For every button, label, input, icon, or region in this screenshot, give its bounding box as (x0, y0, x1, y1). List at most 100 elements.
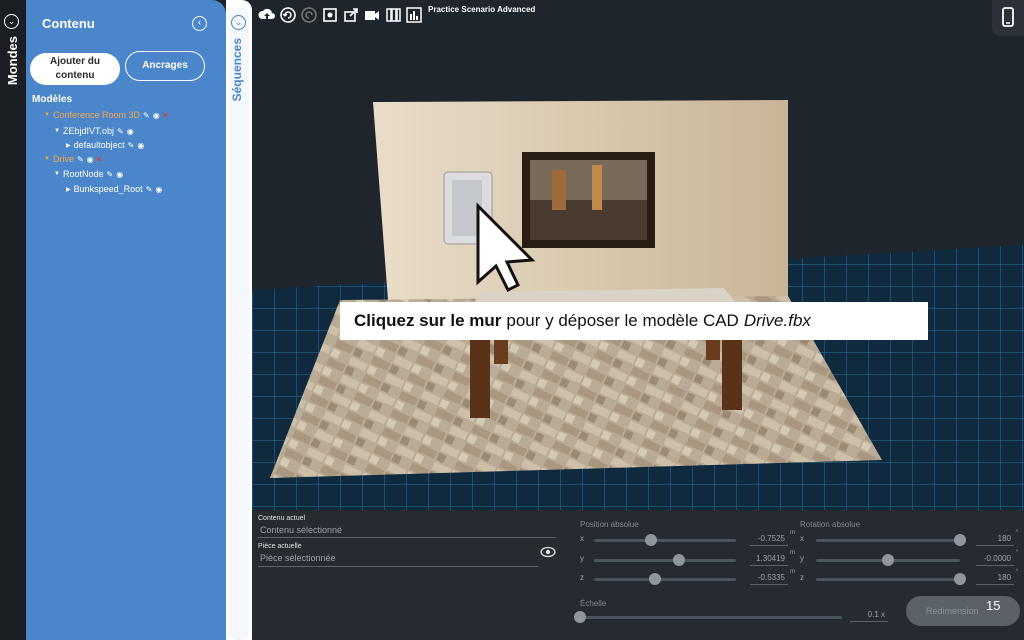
instruction-banner: Cliquez sur le mur pour y déposer le mod… (340, 302, 928, 340)
pencil-icon[interactable]: ✎ (117, 127, 124, 136)
properties-panel (252, 510, 1024, 640)
delete-icon[interactable]: × (163, 110, 168, 120)
worlds-tab[interactable]: ⌄ Mondes (0, 10, 26, 100)
caret-down-icon[interactable]: ▼ (54, 171, 60, 177)
video-icon[interactable] (363, 6, 381, 24)
worlds-label: Mondes (5, 36, 20, 86)
app-root: ⌄ Mondes Contenu ‹ Ajouter du contenu An… (0, 0, 1024, 640)
position-axis-label: y (580, 554, 584, 563)
redo-icon[interactable] (300, 6, 318, 24)
position-value-field[interactable]: 1.30419 (750, 552, 788, 566)
pencil-icon[interactable]: ✎ (143, 111, 150, 120)
caret-down-icon[interactable]: ▼ (44, 156, 50, 162)
delete-icon[interactable]: × (97, 154, 102, 164)
sequences-rail: ⌄ Séquences (226, 0, 252, 640)
eye-icon[interactable]: ◉ (127, 127, 134, 136)
rotation-value-field[interactable]: 180 (976, 571, 1014, 585)
tree-item[interactable]: ▼ RootNode ✎ ◉ (54, 167, 123, 181)
eye-icon[interactable]: ◉ (153, 111, 160, 120)
scale-slider-knob[interactable] (574, 611, 586, 623)
share-icon[interactable] (342, 6, 360, 24)
sequences-tab[interactable] (229, 8, 249, 640)
tree-item[interactable]: ▶ defaultobject ✎ ◉ (66, 138, 144, 152)
pencil-icon[interactable]: ✎ (77, 155, 84, 164)
3d-viewport[interactable] (252, 0, 1024, 510)
tree-item-label: Drive (52, 154, 74, 164)
rotation-slider-knob[interactable] (882, 554, 894, 566)
rotation-axis-label: y (800, 554, 804, 563)
rotation-slider-knob[interactable] (954, 573, 966, 585)
chevron-down-icon[interactable]: ⌄ (4, 14, 19, 29)
cloud-upload-icon[interactable] (258, 6, 276, 24)
position-slider-knob[interactable] (649, 573, 662, 585)
position-unit: m (790, 530, 795, 536)
current-content-field[interactable]: Contenu sélectionné (260, 525, 342, 535)
scale-label: Échelle (580, 599, 607, 608)
instruction-italic: Drive.fbx (743, 311, 811, 330)
eye-icon[interactable]: ◉ (116, 170, 123, 179)
field-underline (258, 566, 538, 567)
instruction-text: pour y déposer le modèle CAD (506, 311, 739, 330)
position-value-field[interactable]: -0.7525 (750, 532, 788, 546)
tree-item-label: defaultobject (73, 140, 125, 150)
eye-icon[interactable] (540, 546, 556, 558)
rotation-slider-track[interactable] (816, 578, 960, 581)
caret-right-icon[interactable]: ▶ (66, 142, 71, 149)
add-content-button[interactable]: Ajouter du contenu (30, 53, 120, 85)
current-room-field[interactable]: Pièce sélectionnée (260, 553, 336, 563)
phone-icon (1002, 7, 1014, 27)
resize-button[interactable]: Redimension (906, 596, 1020, 626)
scene-illustration (252, 100, 1024, 510)
caret-down-icon[interactable]: ▼ (44, 112, 50, 118)
sequences-label: Séquences (230, 38, 244, 102)
scale-value-text: 0.1 (867, 610, 879, 619)
rotation-value-field[interactable]: 180 (976, 532, 1014, 546)
rotation-slider-knob[interactable] (954, 534, 966, 546)
tree-item-label: Bunkspeed_Root (73, 184, 143, 194)
eye-icon[interactable]: ◉ (87, 155, 94, 164)
undo-icon[interactable] (279, 6, 297, 24)
models-label: Modèles (32, 94, 73, 105)
pencil-icon[interactable]: ✎ (106, 170, 113, 179)
current-content-label: Contenu actuel (258, 515, 306, 522)
tree-item[interactable]: ▼ Conference Room 3D ✎ ◉ × (44, 108, 168, 122)
pencil-icon[interactable]: ✎ (128, 141, 135, 150)
tree-item-label: RootNode (62, 169, 104, 179)
toolbar (258, 5, 423, 25)
worlds-rail: ⌄ Mondes (0, 0, 26, 640)
position-slider-track[interactable] (594, 578, 736, 581)
phone-button[interactable] (992, 0, 1024, 36)
current-room-label: Pièce actuelle (258, 543, 302, 550)
tree-item[interactable]: ▼ ZEbjdIVT.obj ✎ ◉ (54, 124, 134, 138)
screenshot-icon[interactable] (321, 6, 339, 24)
rotation-axis-label: x (800, 534, 804, 543)
tree-item[interactable]: ▼ Drive ✎ ◉ × (44, 152, 102, 166)
anchors-button[interactable]: Ancrages (125, 51, 205, 81)
tree-item[interactable]: ▶ Bunkspeed_Root ✎ ◉ (66, 182, 162, 196)
position-value-field[interactable]: -0.5335 (750, 571, 788, 585)
chevron-down-icon[interactable]: ⌄ (231, 15, 246, 30)
scale-value[interactable]: 0.1 x (850, 608, 888, 622)
tree-item-label: ZEbjdIVT.obj (62, 126, 114, 136)
eye-icon[interactable]: ◉ (155, 185, 162, 194)
caret-down-icon[interactable]: ▼ (54, 128, 60, 134)
rotation-slider-track[interactable] (816, 539, 960, 542)
panel-title: Contenu (42, 16, 95, 31)
rotation-unit: ° (1016, 530, 1019, 536)
rotation-unit: ° (1016, 550, 1019, 556)
eye-icon[interactable]: ◉ (137, 141, 144, 150)
position-slider-track[interactable] (594, 559, 736, 562)
book-icon[interactable] (384, 6, 402, 24)
position-slider-track[interactable] (594, 539, 736, 542)
pencil-icon[interactable]: ✎ (146, 185, 153, 194)
caret-right-icon[interactable]: ▶ (66, 186, 71, 193)
content-panel: Contenu ‹ Ajouter du contenu Ancrages Mo… (26, 0, 226, 640)
chart-icon[interactable] (405, 6, 423, 24)
position-slider-knob[interactable] (644, 534, 657, 546)
rotation-value-field[interactable]: -0.0000 (976, 552, 1014, 566)
position-axis-label: x (580, 534, 584, 543)
field-underline (258, 537, 556, 538)
chevron-left-icon[interactable]: ‹ (192, 16, 207, 31)
scale-slider-track[interactable] (580, 616, 842, 619)
page-number: 15 (986, 598, 1001, 613)
